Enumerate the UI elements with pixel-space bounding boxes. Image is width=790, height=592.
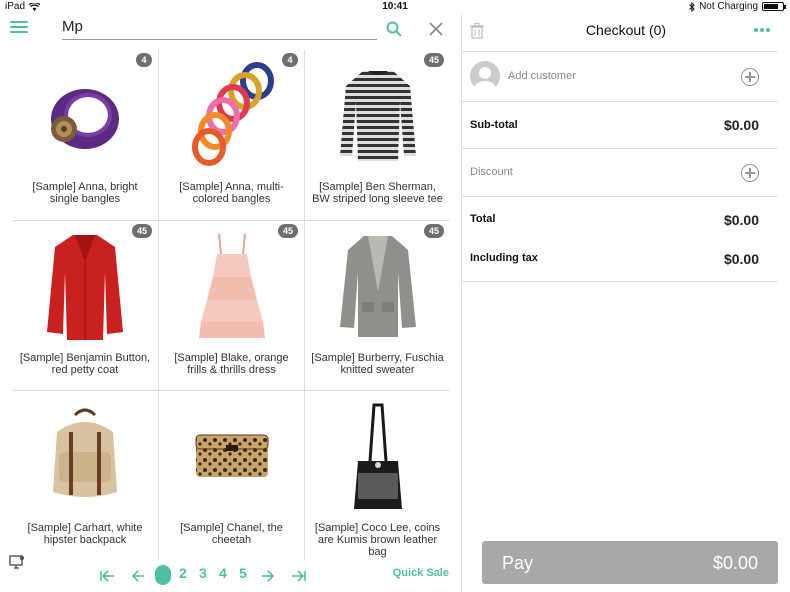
product-name: [Sample] Ben Sherman, BW striped long sl… [312,181,443,205]
bluetooth-icon [689,1,695,12]
product-name: [Sample] Benjamin Button, red petty coat [19,352,151,376]
product-image [328,60,428,172]
pay-button[interactable]: Pay $0.00 [482,541,778,584]
page-2[interactable]: 2 [179,565,187,585]
avatar [470,61,500,91]
product-catalog: 4 [Sample] Anna, bright single bangles 4 [0,14,461,592]
add-customer-row[interactable]: Add customer [462,51,778,101]
first-page-icon[interactable] [99,566,115,586]
stock-badge: 4 [282,53,298,67]
page-1[interactable]: 1 [155,565,171,585]
search-icon[interactable] [386,21,402,37]
add-discount-plus-icon[interactable] [741,164,759,182]
product-image [182,231,282,343]
product-name: [Sample] Anna, bright single bangles [32,181,138,205]
page-5[interactable]: 5 [239,565,247,585]
product-tile[interactable]: 4 [Sample] Anna, bright single bangles [12,50,158,220]
tax-label: Including tax [470,252,538,264]
subtotal-label: Sub-total [470,119,518,131]
discount-label: Discount [470,166,513,178]
close-icon[interactable] [428,21,444,37]
product-tile[interactable]: 45 [Sample] Blake, orange frills & thril… [158,220,304,390]
product-image [35,401,135,513]
total-label: Total [470,213,496,225]
checkout-panel: Checkout (0) Add customer Sub-total $0.0… [462,14,790,592]
subtotal-value: $0.00 [723,117,759,133]
charging-status: Not Charging [699,1,758,12]
product-name: [Sample] Carhart, white hipster backpack [27,522,143,546]
product-name: [Sample] Blake, orange frills & thrills … [174,352,289,376]
page-3[interactable]: 3 [199,565,207,585]
menu-icon[interactable] [10,18,28,34]
product-tile[interactable]: [Sample] Carhart, white hipster backpack [12,390,158,560]
totals-block: Total $0.00 Including tax $0.00 [462,196,778,282]
next-page-icon[interactable] [261,566,275,586]
product-image [182,60,282,172]
battery-icon [762,2,786,11]
search-input[interactable] [62,14,377,38]
product-tile[interactable]: [Sample] Coco Lee, coins are Kumis brown… [304,390,450,560]
add-customer-plus-icon[interactable] [741,68,759,86]
last-page-icon[interactable] [291,566,307,586]
product-name: [Sample] Coco Lee, coins are Kumis brown… [314,522,441,558]
monitor-icon[interactable] [9,555,25,569]
product-image [328,231,428,343]
pagination: 1 2 3 4 5 Quick Sale [0,562,461,586]
product-name: [Sample] Anna, multi-colored bangles [179,181,284,205]
product-name: [Sample] Burberry, Fuschia knitted sweat… [311,352,444,376]
product-image [328,401,428,513]
product-tile[interactable]: 45 [Sample] Burberry, Fuschia knitted sw… [304,220,450,390]
product-image [35,231,135,343]
stock-badge: 4 [136,53,152,67]
product-tile[interactable]: 45 [Sample] Ben Sherman, BW striped long… [304,50,450,220]
product-tile[interactable]: 4 [Sample] Anna, multi-colored bangles [158,50,304,220]
quick-sale-button[interactable]: Quick Sale [393,567,449,579]
total-value: $0.00 [723,212,759,228]
subtotal-row: Sub-total $0.00 [462,101,778,148]
search-field[interactable] [62,14,377,40]
pay-amount: $0.00 [712,553,758,573]
checkout-title: Checkout (0) [585,22,667,38]
product-image [182,401,282,513]
product-name: [Sample] Chanel, the cheetah [180,522,283,546]
clock: 10:41 [382,1,408,12]
product-image [35,60,135,172]
previous-page-icon[interactable] [131,566,145,586]
tax-value: $0.00 [723,251,759,267]
status-bar: iPad 10:41 Not Charging [0,0,790,14]
discount-row[interactable]: Discount [462,148,778,196]
page-4[interactable]: 4 [219,565,227,585]
product-tile[interactable]: 45 [Sample] Benjamin Button, red petty c… [12,220,158,390]
more-options-icon[interactable] [754,28,770,32]
product-tile[interactable]: [Sample] Chanel, the cheetah [158,390,304,560]
add-customer-label: Add customer [508,70,576,82]
pay-label: Pay [502,553,534,573]
